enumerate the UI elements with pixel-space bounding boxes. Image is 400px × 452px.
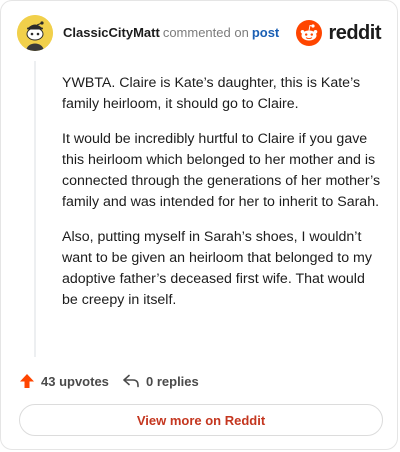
comment-paragraph: YWBTA. Claire is Kate’s daughter, this i… (62, 75, 361, 112)
comment-body: YWBTA. Claire is Kate’s daughter, this i… (62, 73, 384, 325)
action-text: commented on (162, 25, 249, 40)
snoo-avatar-icon (17, 15, 53, 51)
comment-footer: 43 upvotes 0 replies (19, 369, 379, 393)
reddit-logo[interactable]: reddit (296, 19, 381, 47)
reddit-comment-embed: ClassicCityMatt commented on post reddit Y… (0, 0, 398, 450)
comment-byline: ClassicCityMatt commented on post (63, 25, 279, 41)
upvote-button[interactable]: 43 upvotes (19, 369, 109, 393)
upvote-count: 43 upvotes (41, 373, 109, 389)
comment-paragraph: It would be incredibly hurtful to Claire… (62, 131, 381, 210)
thread-line (34, 61, 36, 357)
comment-header: ClassicCityMatt commented on post reddit (17, 15, 381, 51)
reply-arrow-icon (123, 374, 139, 388)
reply-count: 0 replies (146, 373, 199, 389)
view-more-button[interactable]: View more on Reddit (19, 404, 383, 436)
comment-paragraph: Also, putting myself in Sarah’s shoes, I… (62, 229, 372, 308)
username-link[interactable]: ClassicCityMatt (63, 25, 160, 40)
reddit-snoo-icon (296, 20, 323, 46)
post-link[interactable]: post (252, 25, 279, 40)
upvote-arrow-icon (20, 374, 34, 388)
reply-button[interactable]: 0 replies (122, 369, 199, 393)
reddit-wordmark: reddit (328, 21, 381, 44)
user-avatar[interactable] (17, 15, 53, 51)
